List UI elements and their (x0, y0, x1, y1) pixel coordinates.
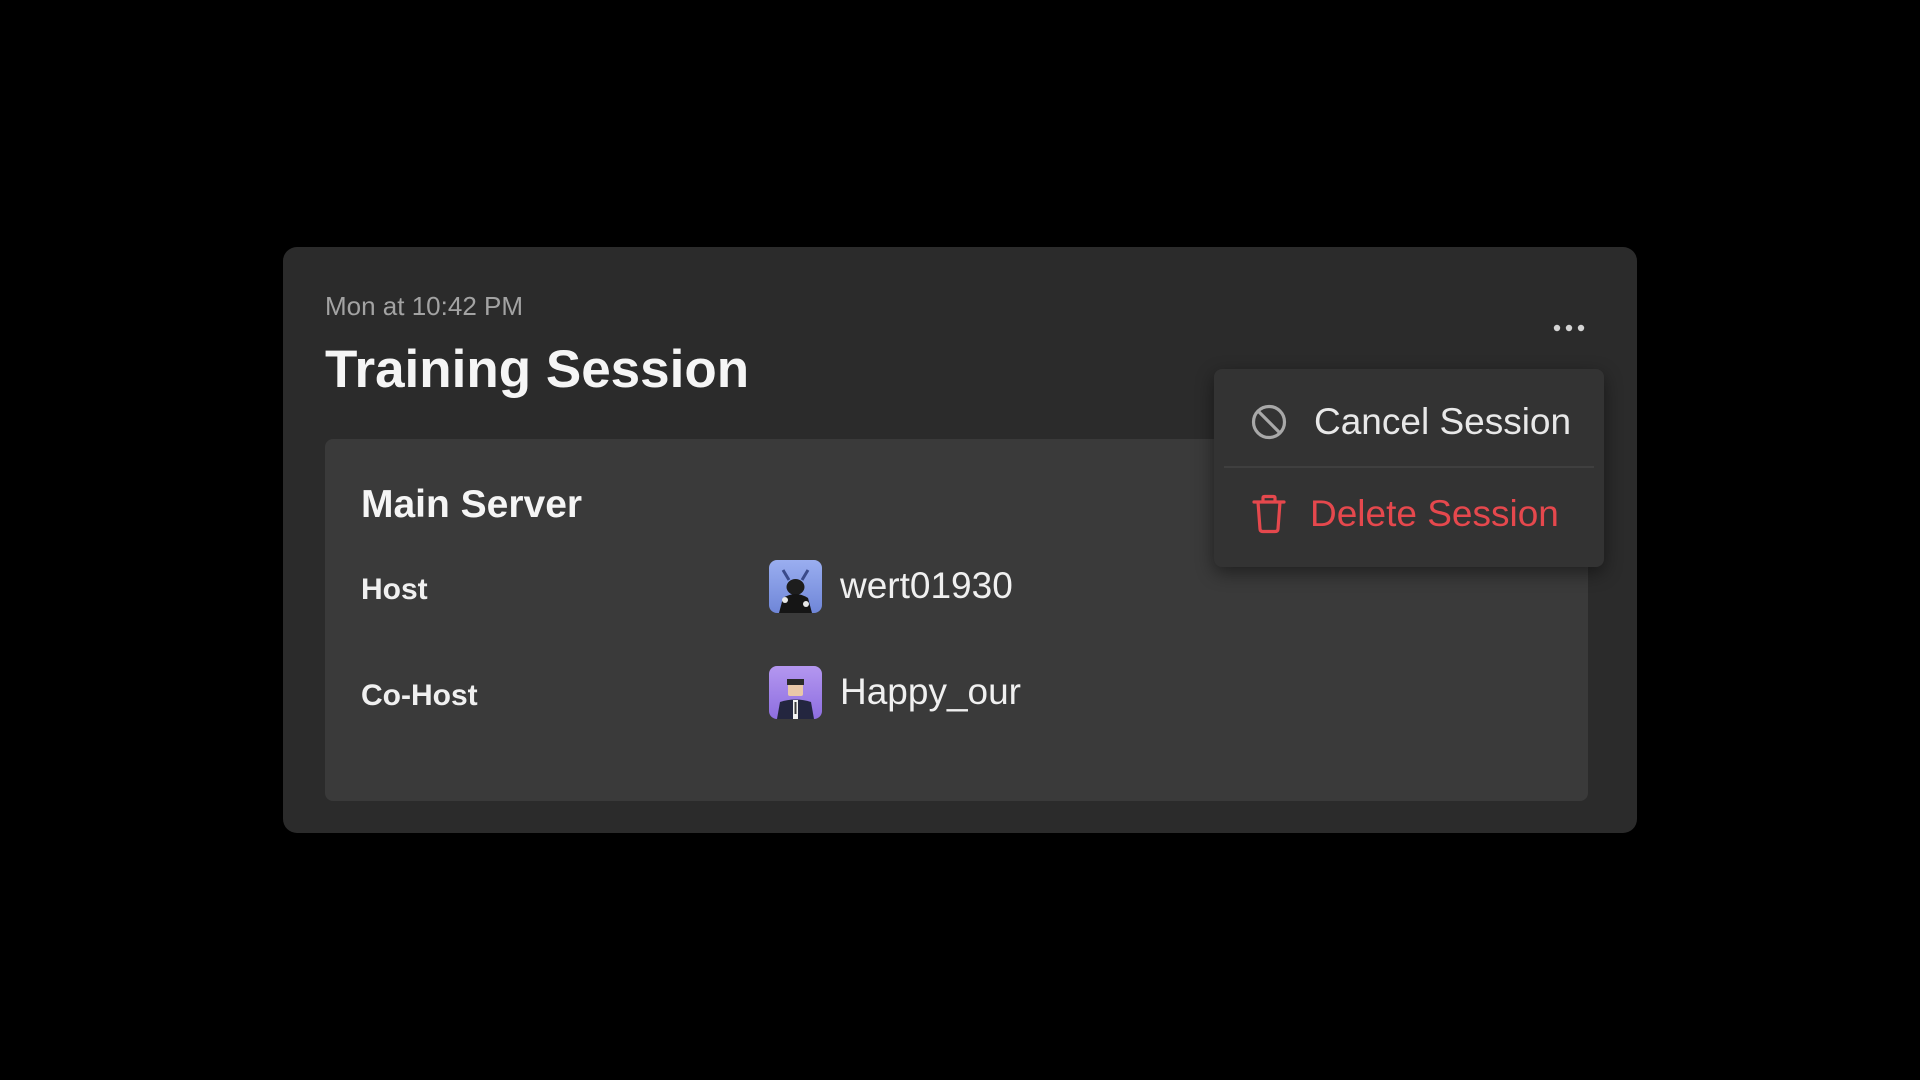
host-avatar (769, 559, 822, 613)
host-username: wert01930 (840, 565, 1013, 606)
cancel-session-menu-item[interactable]: Cancel Session (1214, 377, 1604, 467)
delete-session-label: Delete Session (1310, 493, 1559, 534)
server-name: Main Server (361, 483, 583, 526)
session-timestamp: Mon at 10:42 PM (325, 291, 523, 321)
host-user[interactable]: wert01930 (769, 559, 1013, 613)
more-options-button[interactable] (1547, 313, 1591, 343)
trash-icon (1248, 493, 1290, 535)
more-horizontal-icon (1553, 324, 1585, 332)
menu-divider (1224, 466, 1594, 468)
cohost-username: Happy_our (840, 671, 1022, 712)
session-options-menu: Cancel Session Delete Session (1214, 369, 1604, 567)
user-avatar-wert01930-icon (769, 559, 822, 613)
cohost-label: Co-Host (361, 679, 478, 712)
host-label: Host (361, 573, 428, 606)
ban-icon (1248, 401, 1290, 443)
cancel-session-label: Cancel Session (1314, 401, 1572, 442)
user-avatar-happy-our-icon (769, 665, 822, 719)
cohost-avatar (769, 665, 822, 719)
session-title: Training Session (325, 340, 750, 399)
cohost-user[interactable]: Happy_our (769, 665, 1021, 719)
delete-session-menu-item[interactable]: Delete Session (1214, 469, 1604, 559)
